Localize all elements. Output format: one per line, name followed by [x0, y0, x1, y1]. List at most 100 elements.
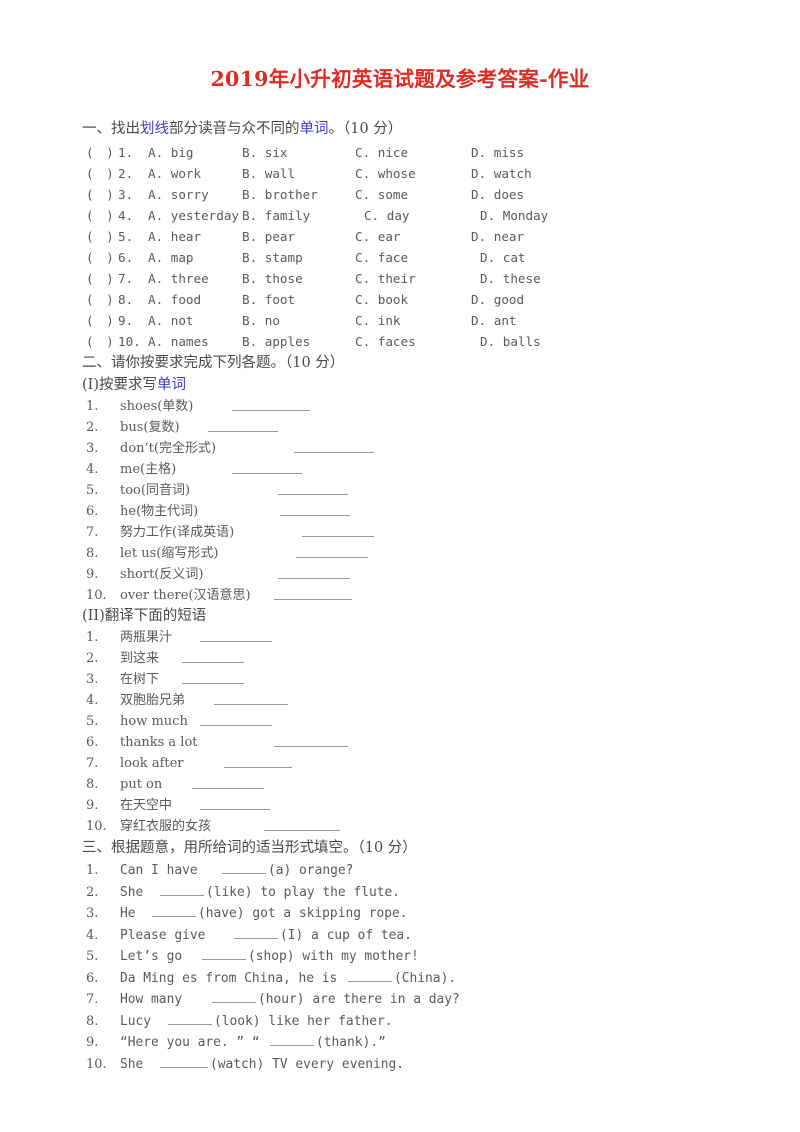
- option-b[interactable]: B. foot: [242, 289, 295, 310]
- answer-bracket[interactable]: ( ): [86, 268, 114, 289]
- option-b[interactable]: B. those: [242, 268, 303, 289]
- option-c[interactable]: C. ink: [355, 310, 401, 331]
- option-b[interactable]: B. apples: [242, 331, 310, 352]
- option-c[interactable]: C. their: [355, 268, 416, 289]
- answer-blank[interactable]: [278, 480, 348, 495]
- answer-blank[interactable]: [264, 816, 340, 831]
- answer-bracket[interactable]: ( ): [86, 331, 114, 352]
- answer-blank[interactable]: [160, 1054, 208, 1068]
- answer-blank[interactable]: [200, 795, 270, 810]
- mc-row[interactable]: ( ) 8. A. food B. foot C. book D. good: [82, 289, 742, 310]
- mc-row[interactable]: ( ) 7. A. three B. those C. their D. the…: [82, 268, 742, 289]
- option-d[interactable]: D. watch: [471, 163, 532, 184]
- mc-row[interactable]: ( ) 4. A. yesterday B. family C. day D. …: [82, 205, 742, 226]
- sentence-before-blank: How many: [120, 992, 183, 1007]
- option-c[interactable]: C. day: [364, 205, 410, 226]
- option-d[interactable]: D. Monday: [480, 205, 548, 226]
- option-a[interactable]: A. yesterday: [148, 205, 239, 226]
- answer-bracket[interactable]: ( ): [86, 310, 114, 331]
- option-d[interactable]: D. miss: [471, 142, 524, 163]
- option-c[interactable]: C. some: [355, 184, 408, 205]
- option-b[interactable]: B. brother: [242, 184, 318, 205]
- option-d[interactable]: D. does: [471, 184, 524, 205]
- answer-blank[interactable]: [232, 459, 302, 474]
- option-d[interactable]: D. good: [471, 289, 524, 310]
- mc-row[interactable]: ( ) 2. A. work B. wall C. whose D. watch: [82, 163, 742, 184]
- answer-blank[interactable]: [214, 690, 288, 705]
- answer-blank[interactable]: [208, 417, 278, 432]
- mc-row[interactable]: ( ) 5. A. hear B. pear C. ear D. near: [82, 226, 742, 247]
- option-b[interactable]: B. no: [242, 310, 280, 331]
- section-2-heading: 二、请你按要求完成下列各题。（10 分）: [82, 355, 345, 371]
- answer-blank[interactable]: [274, 732, 348, 747]
- option-c[interactable]: C. nice: [355, 142, 408, 163]
- answer-blank[interactable]: [222, 860, 266, 874]
- mc-row[interactable]: ( ) 9. A. not B. no C. ink D. ant: [82, 310, 742, 331]
- option-b[interactable]: B. stamp: [242, 247, 303, 268]
- mc-row[interactable]: ( ) 3. A. sorry B. brother C. some D. do…: [82, 184, 742, 205]
- answer-blank[interactable]: [160, 882, 204, 896]
- option-d[interactable]: D. balls: [480, 331, 541, 352]
- answer-bracket[interactable]: ( ): [86, 184, 114, 205]
- option-b[interactable]: B. family: [242, 205, 310, 226]
- answer-bracket[interactable]: ( ): [86, 142, 114, 163]
- option-b[interactable]: B. six: [242, 142, 288, 163]
- answer-blank[interactable]: [348, 968, 392, 982]
- mc-row[interactable]: ( ) 6. A. map B. stamp C. face D. cat: [82, 247, 742, 268]
- option-d[interactable]: D. these: [480, 268, 541, 289]
- answer-blank[interactable]: [280, 501, 350, 516]
- option-a[interactable]: A. work: [148, 163, 201, 184]
- item-number: 8.: [86, 1013, 99, 1029]
- answer-blank[interactable]: [168, 1011, 212, 1025]
- answer-blank[interactable]: [302, 522, 374, 537]
- answer-bracket[interactable]: ( ): [86, 205, 114, 226]
- answer-blank[interactable]: [200, 711, 272, 726]
- list-item: 9. short(反义词): [82, 564, 742, 585]
- option-c[interactable]: C. faces: [355, 331, 416, 352]
- answer-blank[interactable]: [296, 543, 368, 558]
- option-d[interactable]: D. near: [471, 226, 524, 247]
- answer-bracket[interactable]: ( ): [86, 289, 114, 310]
- answer-blank[interactable]: [152, 903, 196, 917]
- answer-blank[interactable]: [294, 438, 374, 453]
- answer-blank[interactable]: [192, 774, 264, 789]
- question-number: 3.: [118, 187, 134, 202]
- list-item: 8. let us(缩写形式): [82, 543, 742, 564]
- answer-blank[interactable]: [182, 669, 244, 684]
- option-b[interactable]: B. wall: [242, 163, 295, 184]
- answer-bracket[interactable]: ( ): [86, 247, 114, 268]
- option-a[interactable]: A. big: [148, 142, 194, 163]
- option-a[interactable]: A. names: [148, 331, 209, 352]
- answer-blank[interactable]: [212, 989, 256, 1003]
- answer-blank[interactable]: [274, 585, 352, 600]
- option-b[interactable]: B. pear: [242, 226, 295, 247]
- answer-bracket[interactable]: ( ): [86, 163, 114, 184]
- mc-row[interactable]: ( ) 10. A. names B. apples C. faces D. b…: [82, 331, 742, 352]
- option-c[interactable]: C. face: [355, 247, 408, 268]
- answer-blank[interactable]: [182, 648, 244, 663]
- option-c[interactable]: C. book: [355, 289, 408, 310]
- answer-blank[interactable]: [270, 1032, 314, 1046]
- option-c[interactable]: C. ear: [355, 226, 401, 247]
- answer-blank[interactable]: [224, 753, 292, 768]
- list-item: 10. over there(汉语意思): [82, 585, 742, 606]
- item-text: 到这来: [120, 651, 160, 666]
- option-a[interactable]: A. hear: [148, 226, 201, 247]
- option-a[interactable]: A. sorry: [148, 184, 209, 205]
- question-number: 1.: [118, 145, 134, 160]
- option-a[interactable]: A. three: [148, 268, 209, 289]
- option-d[interactable]: D. ant: [471, 310, 517, 331]
- option-a[interactable]: A. not: [148, 310, 194, 331]
- option-c[interactable]: C. whose: [355, 163, 416, 184]
- answer-blank[interactable]: [234, 925, 278, 939]
- answer-blank[interactable]: [202, 946, 246, 960]
- mc-row[interactable]: ( ) 1. A. big B. six C. nice D. miss: [82, 142, 742, 163]
- answer-blank[interactable]: [278, 564, 350, 579]
- option-d[interactable]: D. cat: [480, 247, 526, 268]
- answer-blank[interactable]: [200, 627, 272, 642]
- answer-bracket[interactable]: ( ): [86, 226, 114, 247]
- option-a[interactable]: A. map: [148, 247, 194, 268]
- item-number: 10.: [86, 588, 107, 603]
- option-a[interactable]: A. food: [148, 289, 201, 310]
- answer-blank[interactable]: [232, 396, 310, 411]
